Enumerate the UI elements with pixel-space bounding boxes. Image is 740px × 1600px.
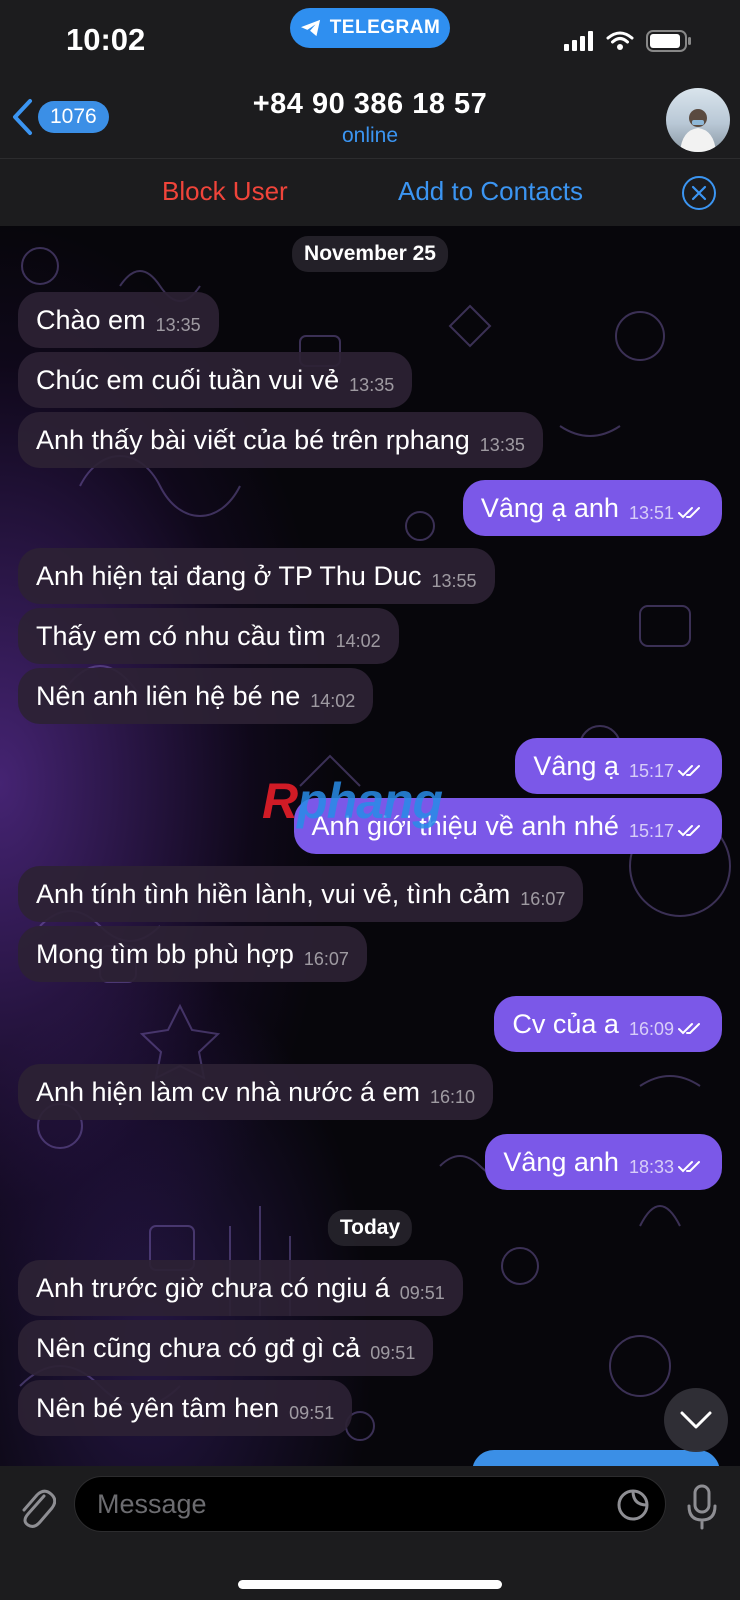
close-icon (691, 185, 707, 201)
watermark-first-letter: R (262, 773, 298, 829)
message-time: 18:33 (628, 1156, 674, 1177)
message-time: 15:17 (628, 760, 674, 781)
status-time: 10:02 (66, 22, 146, 57)
message-time: 16:07 (520, 888, 566, 909)
home-indicator (238, 1580, 502, 1589)
date-separator: Today (327, 1210, 413, 1246)
telegram-plane-icon (300, 19, 320, 37)
message-text: Anh hiện làm cv nhà nước á em (36, 1076, 420, 1107)
message-text: Vâng ạ anh (480, 492, 619, 523)
outgoing-message[interactable]: Vâng ạ anh 13:51 (462, 480, 722, 536)
paperclip-icon[interactable] (16, 1484, 56, 1530)
message-time: 16:09 (628, 1018, 674, 1039)
telegram-pill-label: TELEGRAM (329, 17, 441, 38)
close-action-bar-button[interactable] (682, 176, 716, 210)
message-text: Nên cũng chưa có gđ gì cả (36, 1332, 361, 1363)
message-text: Anh thấy bài viết của bé trên rphang (36, 424, 470, 455)
incoming-message[interactable]: Nên anh liên hệ bé ne 14:02 (18, 668, 374, 724)
chevron-down-icon (680, 1411, 712, 1429)
incoming-message[interactable]: Chào em 13:35 (18, 292, 219, 348)
incoming-message[interactable]: Anh trước giờ chưa có ngiu á 09:51 (18, 1260, 463, 1316)
add-to-contacts-button[interactable]: Add to Contacts (398, 176, 583, 207)
message-time: 14:02 (335, 630, 381, 651)
incoming-message[interactable]: Anh thấy bài viết của bé trên rphang 13:… (18, 412, 543, 468)
incoming-message[interactable]: Mong tìm bb phù hợp 16:07 (18, 926, 367, 982)
message-text: Vâng anh (503, 1146, 619, 1177)
incoming-message[interactable]: Anh hiện làm cv nhà nước á em 16:10 (18, 1064, 494, 1120)
incoming-message[interactable]: Nên cũng chưa có gđ gì cả 09:51 (18, 1320, 434, 1376)
message-time: 09:51 (370, 1342, 416, 1363)
message-time: 13:35 (155, 314, 201, 335)
double-check-icon (678, 1161, 700, 1173)
chat-status: online (341, 124, 399, 147)
watermark-rest: phang (297, 773, 443, 829)
incoming-message[interactable]: Nên bé yên tâm hen 09:51 (18, 1380, 353, 1436)
message-time: 09:51 (289, 1402, 335, 1423)
status-icons (564, 30, 692, 52)
incoming-message[interactable]: Anh tính tình hiền lành, vui vẻ, tình cả… (18, 866, 584, 922)
message-time: 13:55 (431, 570, 477, 591)
scroll-to-bottom-button[interactable] (664, 1388, 728, 1452)
action-bar: Block User Add to Contacts (0, 158, 740, 226)
double-check-icon (678, 765, 700, 777)
signal-icon (564, 31, 593, 51)
double-check-icon (678, 507, 700, 519)
block-user-button[interactable]: Block User (162, 176, 288, 207)
sticker-icon[interactable] (616, 1488, 650, 1522)
message-text: Chúc em cuối tuần vui vẻ (36, 364, 340, 395)
message-text: Anh trước giờ chưa có ngiu á (36, 1272, 390, 1303)
message-time: 13:51 (628, 502, 674, 523)
message-text: Cv của a (512, 1008, 619, 1039)
message-time: 16:10 (429, 1086, 476, 1107)
message-input-placeholder: Message (97, 1488, 207, 1519)
message-input-bar: Message (0, 1466, 740, 1600)
message-text: Nên anh liên hệ bé ne (36, 680, 301, 711)
message-text: Nên bé yên tâm hen (36, 1392, 280, 1423)
incoming-message[interactable]: Thấy em có nhu cầu tìm 14:02 (18, 608, 399, 664)
message-text: Anh hiện tại đang ở TP Thu Duc (36, 560, 422, 591)
message-text: Mong tìm bb phù hợp (36, 938, 294, 969)
message-text: Chào em (36, 304, 146, 335)
double-check-icon (678, 825, 700, 837)
message-time: 15:17 (628, 820, 674, 841)
avatar-photo (680, 109, 716, 152)
message-text: Thấy em có nhu cầu tìm (36, 620, 326, 651)
wifi-icon (606, 31, 634, 50)
double-check-icon (678, 1023, 700, 1035)
outgoing-message[interactable]: Cv của a 16:09 (494, 996, 722, 1052)
message-time: 13:35 (479, 434, 525, 455)
incoming-message[interactable]: Chúc em cuối tuần vui vẻ 13:35 (18, 352, 413, 408)
message-input[interactable]: Message (74, 1476, 666, 1532)
message-time: 09:51 (399, 1282, 445, 1303)
chat-header: 1076 +84 90 386 18 57 online (0, 80, 740, 158)
outgoing-message[interactable]: Vâng anh 18:33 (485, 1134, 722, 1190)
date-separator: November 25 (292, 236, 448, 272)
telegram-pill[interactable]: TELEGRAM (290, 8, 450, 48)
message-time: 13:35 (349, 374, 395, 395)
avatar[interactable] (666, 88, 730, 152)
battery-icon (646, 30, 691, 52)
microphone-icon[interactable] (686, 1484, 718, 1530)
incoming-message[interactable]: Anh hiện tại đang ở TP Thu Duc 13:55 (18, 548, 495, 604)
message-text: Vâng ạ (533, 750, 619, 781)
chat-title[interactable]: +84 90 386 18 57 (0, 88, 740, 121)
message-time: 14:02 (310, 690, 356, 711)
status-bar: 10:02 TELEGRAM (0, 0, 740, 80)
watermark-logo: Rphang (262, 772, 443, 830)
outgoing-message[interactable]: Vâng ạ 15:17 (515, 738, 722, 794)
message-time: 16:07 (303, 948, 349, 969)
message-text: Anh tính tình hiền lành, vui vẻ, tình cả… (36, 878, 511, 909)
